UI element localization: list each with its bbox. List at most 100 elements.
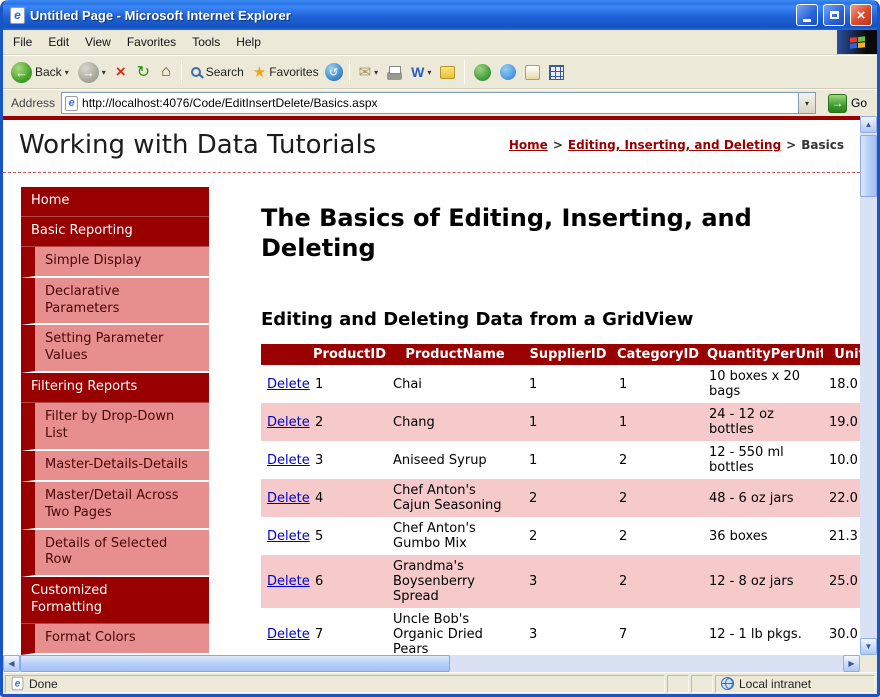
messenger-icon[interactable] xyxy=(500,64,516,80)
sidebar-item-filter-by-drop-down-list[interactable]: Filter by Drop-Down List xyxy=(21,403,209,451)
cell-qty: 24 - 12 oz bottles xyxy=(703,403,823,441)
back-icon xyxy=(11,62,32,83)
vertical-scroll-thumb[interactable] xyxy=(860,135,877,197)
vertical-scroll-track[interactable] xyxy=(860,133,877,638)
cell-qty: 10 boxes x 20 bags xyxy=(703,365,823,403)
scroll-up-button[interactable] xyxy=(860,116,877,133)
breadcrumb-separator: > xyxy=(553,138,563,152)
delete-cell: Delete xyxy=(261,555,309,608)
sidebar-item-format-colors[interactable]: Format Colors xyxy=(21,624,209,655)
mail-button[interactable] xyxy=(356,61,382,83)
delete-link[interactable]: Delete xyxy=(267,627,310,642)
site-title: Working with Data Tutorials xyxy=(19,130,499,160)
back-button[interactable]: Back xyxy=(8,60,72,85)
menu-item-file[interactable]: File xyxy=(5,32,40,52)
cell-supplier: 2 xyxy=(523,517,613,555)
cell-qty: 12 - 1 lb pkgs. xyxy=(703,608,823,655)
forward-button[interactable] xyxy=(75,60,109,85)
sidebar-item-filtering-reports[interactable]: Filtering Reports xyxy=(21,373,209,403)
sidebar-item-customized-formatting[interactable]: Customized Formatting xyxy=(21,577,209,624)
cell-category: 1 xyxy=(613,403,703,441)
back-dropdown-icon[interactable] xyxy=(65,68,69,77)
sidebar-item-setting-parameter-values[interactable]: Setting Parameter Values xyxy=(21,325,209,373)
menu-item-favorites[interactable]: Favorites xyxy=(119,32,184,52)
address-input[interactable]: http://localhost:4076/Code/EditInsertDel… xyxy=(61,92,816,114)
delete-link[interactable]: Delete xyxy=(267,415,310,430)
horizontal-scroll-track[interactable] xyxy=(20,655,843,672)
grid-header-supplierid: SupplierID xyxy=(523,344,613,365)
sidebar-item-declarative-parameters[interactable]: Declarative Parameters xyxy=(21,278,209,326)
mail-dropdown-icon[interactable] xyxy=(374,68,378,77)
menubar: FileEditViewFavoritesToolsHelp xyxy=(3,30,877,55)
table-row: Delete5Chef Anton's Gumbo Mix2236 boxes2… xyxy=(261,517,860,555)
scroll-down-button[interactable] xyxy=(860,638,877,655)
address-dropdown-icon[interactable] xyxy=(798,93,815,113)
cell-id: 7 xyxy=(309,608,387,655)
menu-items: FileEditViewFavoritesToolsHelp xyxy=(3,30,269,54)
grid-header-delete-col xyxy=(261,344,309,365)
toolbar-separator xyxy=(181,60,182,84)
menu-item-view[interactable]: View xyxy=(77,32,119,52)
scroll-right-button[interactable] xyxy=(843,655,860,672)
delete-cell: Delete xyxy=(261,608,309,655)
sidebar-nav: HomeBasic ReportingSimple DisplayDeclara… xyxy=(21,187,209,655)
sidebar-item-simple-display[interactable]: Simple Display xyxy=(21,247,209,278)
table-row: Delete7Uncle Bob's Organic Dried Pears37… xyxy=(261,608,860,655)
scroll-left-button[interactable] xyxy=(3,655,20,672)
delete-cell: Delete xyxy=(261,517,309,555)
globe-icon[interactable] xyxy=(474,64,491,81)
cell-price: 18.0 xyxy=(823,365,860,403)
status-bar: Done Local intranet xyxy=(3,672,877,694)
minimize-button[interactable] xyxy=(796,4,818,26)
vertical-scrollbar[interactable] xyxy=(860,116,877,655)
sidebar-item-details-of-selected-row[interactable]: Details of Selected Row xyxy=(21,530,209,578)
cell-price: 30.0 xyxy=(823,608,860,655)
delete-link[interactable]: Delete xyxy=(267,574,310,589)
sidebar-item-master-detail-across-two-pages[interactable]: Master/Detail Across Two Pages xyxy=(21,482,209,530)
go-label: Go xyxy=(851,96,867,110)
breadcrumb-home[interactable]: Home xyxy=(509,138,548,152)
sidebar-item-basic-reporting[interactable]: Basic Reporting xyxy=(21,217,209,247)
home-button[interactable] xyxy=(157,63,175,81)
cell-name: Chef Anton's Cajun Seasoning xyxy=(387,479,523,517)
maximize-button[interactable] xyxy=(823,4,845,26)
cell-price: 19.0 xyxy=(823,403,860,441)
ie-logo-icon xyxy=(10,7,25,24)
back-label: Back xyxy=(35,65,62,79)
sidebar-item-home[interactable]: Home xyxy=(21,187,209,217)
discuss-icon[interactable] xyxy=(440,66,455,79)
section-title: Editing and Deleting Data from a GridVie… xyxy=(261,309,860,330)
windows-logo-icon xyxy=(837,30,877,54)
edit-button[interactable] xyxy=(408,62,434,82)
go-icon xyxy=(828,94,847,113)
horizontal-scroll-row xyxy=(3,655,877,672)
horizontal-scroll-thumb[interactable] xyxy=(20,655,450,672)
close-button[interactable] xyxy=(850,4,872,26)
grid-icon[interactable] xyxy=(549,65,564,80)
go-button[interactable]: Go xyxy=(822,94,873,113)
favorites-button[interactable]: Favorites xyxy=(250,61,322,83)
delete-link[interactable]: Delete xyxy=(267,453,310,468)
search-button[interactable]: Search xyxy=(188,63,247,81)
search-icon xyxy=(191,67,201,77)
stop-button[interactable] xyxy=(112,62,130,82)
delete-link[interactable]: Delete xyxy=(267,491,310,506)
sidebar-item-master-details-details[interactable]: Master-Details-Details xyxy=(21,451,209,482)
breadcrumb-editing-inserting-and-deleting[interactable]: Editing, Inserting, and Deleting xyxy=(568,138,781,152)
titlebar[interactable]: Untitled Page - Microsoft Internet Explo… xyxy=(3,0,877,30)
forward-dropdown-icon[interactable] xyxy=(102,68,106,77)
menu-item-edit[interactable]: Edit xyxy=(40,32,77,52)
menu-item-tools[interactable]: Tools xyxy=(184,32,228,52)
menu-item-help[interactable]: Help xyxy=(228,32,269,52)
horizontal-scrollbar[interactable] xyxy=(3,655,860,672)
delete-link[interactable]: Delete xyxy=(267,529,310,544)
history-icon[interactable] xyxy=(325,63,343,81)
cell-id: 6 xyxy=(309,555,387,608)
cell-price: 10.0 xyxy=(823,441,860,479)
print-icon[interactable] xyxy=(387,72,402,80)
research-icon[interactable] xyxy=(525,65,540,80)
cell-qty: 12 - 550 ml bottles xyxy=(703,441,823,479)
refresh-button[interactable] xyxy=(133,62,154,82)
delete-link[interactable]: Delete xyxy=(267,377,310,392)
edit-dropdown-icon[interactable] xyxy=(427,68,431,77)
